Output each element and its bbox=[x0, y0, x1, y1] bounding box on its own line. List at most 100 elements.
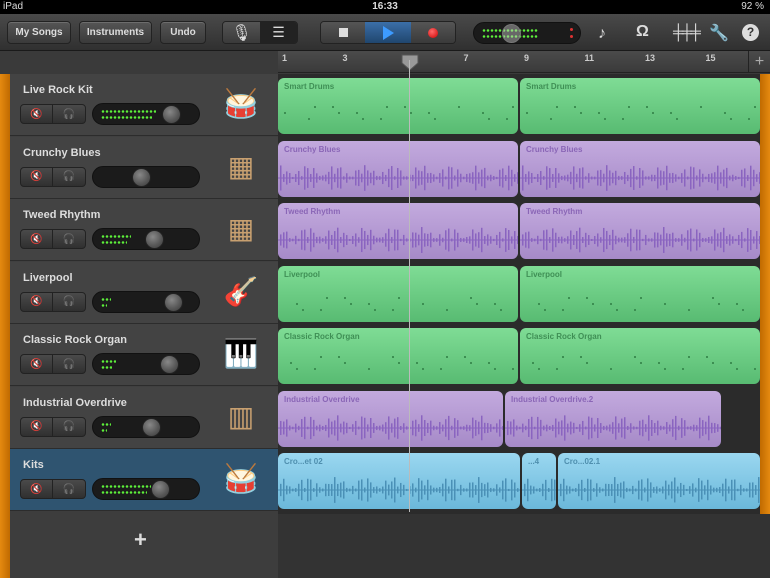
headphones-icon[interactable]: 🎧 bbox=[53, 230, 85, 248]
amp-icon[interactable]: ▦ bbox=[218, 207, 264, 251]
level-meter-left bbox=[101, 360, 116, 363]
region[interactable]: Smart Drums bbox=[520, 78, 760, 134]
tracks-area[interactable]: Smart Drums Smart Drums Crunchy Blues Cr… bbox=[278, 74, 760, 514]
track-name: Tweed Rhythm bbox=[23, 209, 101, 221]
drum-kit-icon[interactable]: 🥁 bbox=[218, 82, 264, 126]
region[interactable]: Crunchy Blues bbox=[520, 140, 760, 197]
track-headers: Live Rock Kit 🔇 🎧 🥁 Crunchy Blues 🔇 🎧 ▦ … bbox=[10, 74, 278, 578]
track-header[interactable]: Tweed Rhythm 🔇 🎧 ▦ bbox=[10, 199, 278, 261]
region-label: Smart Drums bbox=[526, 82, 577, 91]
mute-solo-group: 🔇 🎧 bbox=[20, 104, 86, 124]
track-header[interactable]: Live Rock Kit 🔇 🎧 🥁 bbox=[10, 74, 278, 136]
my-songs-button[interactable]: My Songs bbox=[7, 21, 71, 44]
track-volume-slider[interactable] bbox=[92, 290, 200, 313]
mute-icon[interactable]: 🔇 bbox=[21, 480, 54, 498]
region[interactable]: Liverpool bbox=[278, 265, 518, 322]
organ-icon[interactable]: 🎹 bbox=[218, 332, 264, 376]
timeline-ruler[interactable]: 13579111315 + bbox=[278, 51, 770, 73]
track-header[interactable]: Industrial Overdrive 🔇 🎧 ▥ bbox=[10, 386, 278, 449]
track-volume-slider[interactable] bbox=[92, 415, 200, 438]
headphones-icon[interactable]: 🎧 bbox=[53, 105, 85, 123]
headphones-icon[interactable]: 🎧 bbox=[53, 168, 85, 186]
region[interactable]: ...4 bbox=[522, 453, 556, 509]
region-waveform bbox=[520, 227, 760, 253]
track-lane: Tweed Rhythm Tweed Rhythm bbox=[278, 199, 760, 261]
master-volume-slider[interactable] bbox=[473, 22, 581, 44]
track-name: Liverpool bbox=[23, 271, 73, 284]
record-icon[interactable] bbox=[410, 22, 455, 43]
region[interactable]: Liverpool bbox=[520, 265, 760, 322]
microphone-icon[interactable]: 🎙 bbox=[223, 22, 260, 43]
track-lane: Crunchy Blues Crunchy Blues bbox=[278, 137, 760, 199]
volume-knob[interactable] bbox=[132, 167, 151, 187]
help-icon[interactable]: ? bbox=[742, 24, 759, 41]
region[interactable]: Industrial Overdrive.2 bbox=[505, 390, 721, 447]
volume-knob[interactable] bbox=[162, 105, 181, 124]
view-toggle: 🎙 ☰ bbox=[222, 21, 298, 44]
track-header[interactable]: Classic Rock Organ 🔇 🎧 🎹 bbox=[10, 324, 278, 386]
level-meter-right bbox=[101, 116, 152, 119]
region-waveform bbox=[278, 227, 518, 253]
region-label: Tweed Rhythm bbox=[284, 207, 341, 216]
mute-icon[interactable]: 🔇 bbox=[21, 105, 54, 123]
headphones-icon[interactable]: 🎧 bbox=[53, 293, 85, 311]
bass-guitar-icon[interactable]: 🎸 bbox=[218, 270, 264, 314]
tracks-view-icon[interactable]: ☰ bbox=[260, 22, 297, 43]
mute-icon[interactable]: 🔇 bbox=[21, 417, 54, 436]
volume-knob[interactable] bbox=[142, 417, 161, 437]
track-volume-slider[interactable] bbox=[92, 478, 200, 500]
headphones-icon[interactable]: 🎧 bbox=[53, 355, 85, 373]
wrench-icon[interactable]: 🔧 bbox=[709, 23, 729, 43]
track-lane: Cro...et 02 ...4 Cro...02.1 bbox=[278, 449, 760, 511]
volume-knob[interactable] bbox=[164, 292, 183, 312]
playhead-handle[interactable] bbox=[401, 54, 419, 70]
level-meter-left bbox=[101, 110, 156, 113]
track-lane: Liverpool Liverpool bbox=[278, 262, 760, 324]
volume-knob[interactable] bbox=[151, 480, 170, 499]
region[interactable]: Classic Rock Organ bbox=[520, 328, 760, 384]
track-header[interactable]: Liverpool 🔇 🎧 🎸 bbox=[10, 261, 278, 324]
loop-icon[interactable]: Ω bbox=[636, 23, 649, 41]
region[interactable]: Classic Rock Organ bbox=[278, 328, 518, 384]
mute-solo-group: 🔇 🎧 bbox=[20, 416, 86, 437]
master-volume-knob[interactable] bbox=[502, 24, 521, 43]
mute-solo-group: 🔇 🎧 bbox=[20, 291, 86, 312]
track-header[interactable]: Kits 🔇 🎧 🥁 bbox=[10, 449, 278, 511]
mute-icon[interactable]: 🔇 bbox=[21, 167, 54, 186]
volume-knob[interactable] bbox=[160, 355, 179, 374]
level-meter-right bbox=[101, 491, 147, 494]
mixer-icon[interactable]: ╪╪╪ bbox=[673, 24, 701, 41]
mute-icon[interactable]: 🔇 bbox=[21, 230, 54, 248]
undo-button[interactable]: Undo bbox=[160, 21, 206, 44]
level-meter-right bbox=[101, 303, 107, 307]
track-volume-slider[interactable] bbox=[92, 228, 200, 250]
track-volume-slider[interactable] bbox=[92, 165, 200, 188]
clock: 16:33 bbox=[372, 1, 398, 12]
add-track-button[interactable]: + bbox=[134, 527, 147, 553]
note-settings-icon[interactable]: ♪ bbox=[598, 25, 606, 43]
region[interactable]: Cro...et 02 bbox=[278, 453, 520, 509]
track-volume-slider[interactable] bbox=[92, 103, 200, 125]
region[interactable]: Industrial Overdrive bbox=[278, 390, 503, 447]
region[interactable]: Smart Drums bbox=[278, 78, 518, 134]
track-header[interactable]: Crunchy Blues 🔇 🎧 ▦ bbox=[10, 136, 278, 199]
amp-stack-icon[interactable]: ▥ bbox=[218, 395, 264, 439]
stop-icon[interactable] bbox=[321, 22, 366, 43]
mute-icon[interactable]: 🔇 bbox=[21, 292, 54, 311]
headphones-icon[interactable]: 🎧 bbox=[53, 418, 85, 436]
mute-icon[interactable]: 🔇 bbox=[21, 355, 54, 373]
region[interactable]: Tweed Rhythm bbox=[278, 203, 518, 259]
amp-icon[interactable]: ▦ bbox=[218, 145, 264, 189]
add-section-button[interactable]: + bbox=[748, 51, 770, 73]
region-waveform bbox=[505, 414, 721, 441]
volume-knob[interactable] bbox=[145, 230, 164, 249]
headphones-icon[interactable]: 🎧 bbox=[53, 480, 85, 498]
region[interactable]: Cro...02.1 bbox=[558, 453, 760, 509]
track-volume-slider[interactable] bbox=[92, 353, 200, 375]
play-icon[interactable] bbox=[365, 22, 411, 43]
instruments-button[interactable]: Instruments bbox=[79, 21, 152, 44]
region[interactable]: Crunchy Blues bbox=[278, 140, 518, 197]
region[interactable]: Tweed Rhythm bbox=[520, 203, 760, 259]
status-bar: iPad 16:33 92 % bbox=[0, 0, 770, 14]
drum-kit-icon[interactable]: 🥁 bbox=[218, 457, 264, 501]
